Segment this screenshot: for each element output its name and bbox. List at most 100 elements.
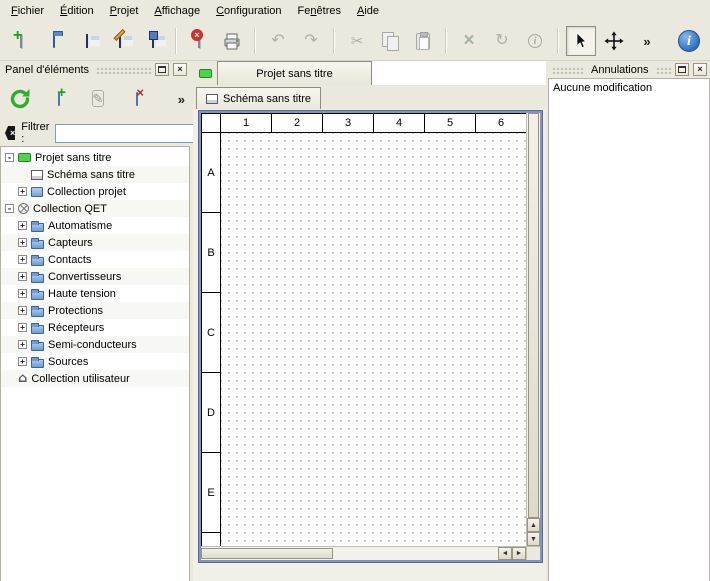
filter-row: × Filtrer : — [0, 120, 190, 146]
tree-item-collection-utilisateur[interactable]: ⌂Collection utilisateur — [1, 370, 189, 387]
menu-label: F — [11, 5, 18, 17]
scroll-left-button[interactable]: ◄ — [498, 547, 512, 560]
tree-item-projet-sans-titre[interactable]: -Projet sans titre — [1, 149, 189, 166]
close-icon: × — [697, 65, 702, 74]
new-project-button[interactable]: + — [6, 26, 36, 56]
tree-item-semi-conducteurs[interactable]: +Semi-conducteurs — [1, 336, 189, 353]
row-label: C — [202, 293, 220, 373]
tree-item-recepteurs[interactable]: +Récepteurs — [1, 319, 189, 336]
expander-icon[interactable]: + — [18, 238, 27, 247]
tree-item-automatisme[interactable]: +Automatisme — [1, 217, 189, 234]
save-as-button[interactable] — [105, 26, 135, 56]
red-x-badge-icon: × — [191, 29, 203, 41]
float-panel-button[interactable] — [155, 63, 169, 76]
reload-collections-button[interactable] — [5, 84, 35, 114]
expander-icon[interactable]: + — [18, 255, 27, 264]
undo-button[interactable]: ↶ — [263, 26, 293, 56]
close-project-button[interactable]: × — [184, 26, 214, 56]
expander-icon[interactable]: + — [18, 289, 27, 298]
arrow-down-icon: ▼ — [530, 536, 537, 543]
undo-panel-titlebar[interactable]: Annulations × — [548, 61, 710, 78]
select-mode-button[interactable] — [566, 26, 596, 56]
tree-item-sources[interactable]: +Sources — [1, 353, 189, 370]
open-project-button[interactable] — [39, 26, 69, 56]
undo-icon: ↶ — [271, 33, 284, 49]
schematic-canvas[interactable] — [221, 133, 526, 546]
scroll-right-button[interactable]: ► — [512, 547, 526, 560]
expander-icon[interactable]: + — [18, 323, 27, 332]
tree-item-collection-projet[interactable]: + Collection projet — [1, 183, 189, 200]
vertical-scrollbar-thumb[interactable] — [528, 113, 539, 518]
menu-affichage[interactable]: Affichage — [146, 2, 208, 20]
folder-icon — [31, 291, 44, 300]
expander-icon[interactable]: + — [18, 272, 27, 281]
folder-icon — [31, 359, 44, 368]
dock-grip[interactable] — [655, 66, 672, 74]
cut-button[interactable]: ✂ — [342, 26, 372, 56]
menu-label: onfiguration — [224, 5, 282, 17]
menu-projet[interactable]: Projet — [102, 2, 147, 20]
tree-item-contacts[interactable]: +Contacts — [1, 251, 189, 268]
column-label: 1 — [221, 114, 272, 132]
tree-item-convertisseurs[interactable]: + Convertisseurs — [1, 268, 189, 285]
toolbar-overflow-button[interactable]: » — [632, 26, 662, 56]
elements-panel-titlebar[interactable]: Panel d'éléments × — [0, 61, 190, 78]
tree-item-label: Collection projet — [47, 186, 126, 198]
menu-fenetres[interactable]: Fenêtres — [290, 2, 349, 20]
filter-input[interactable] — [55, 124, 205, 143]
print-button[interactable] — [217, 26, 247, 56]
undo-panel-title: Annulations — [589, 64, 651, 76]
menu-aide[interactable]: Aide — [349, 2, 387, 20]
tree-item-capteurs[interactable]: +Capteurs — [1, 234, 189, 251]
save-button[interactable] — [72, 26, 102, 56]
tree-item-label: Collection utilisateur — [31, 373, 129, 385]
arrow-right-icon: ► — [516, 550, 523, 557]
element-infos-button[interactable]: i — [520, 26, 550, 56]
dock-grip[interactable] — [95, 66, 151, 74]
horizontal-scrollbar[interactable]: ◄ ► — [201, 546, 526, 560]
menu-fichier[interactable]: Fichier — [3, 2, 52, 20]
expander-icon[interactable]: - — [5, 204, 14, 213]
pan-mode-button[interactable] — [599, 26, 629, 56]
about-button[interactable]: i — [674, 26, 704, 56]
tab-schema-sans-titre[interactable]: Schéma sans titre — [196, 87, 321, 109]
close-panel-button[interactable]: × — [693, 63, 707, 76]
copy-button[interactable] — [375, 26, 405, 56]
column-ruler: 1 2 3 4 5 6 — [221, 113, 526, 133]
expander-icon[interactable]: + — [18, 187, 27, 196]
menu-configuration[interactable]: Configuration — [208, 2, 289, 20]
expander-icon[interactable]: - — [5, 153, 14, 162]
horizontal-scrollbar-thumb[interactable] — [201, 548, 333, 559]
tree-item-protections[interactable]: +Protections — [1, 302, 189, 319]
clear-filter-icon[interactable]: × — [5, 126, 15, 140]
delete-element-button[interactable]: × — [122, 84, 152, 114]
new-element-button[interactable]: + — [44, 84, 74, 114]
save-all-button[interactable] — [138, 26, 168, 56]
delete-button[interactable]: × — [454, 26, 484, 56]
panel-overflow-button[interactable]: » — [178, 93, 185, 106]
tree-item-schema-sans-titre[interactable]: Schéma sans titre — [1, 166, 189, 183]
paste-button[interactable] — [408, 26, 438, 56]
tree-item-label: Convertisseurs — [48, 271, 121, 283]
toolbar-separator — [445, 28, 447, 54]
expander-icon[interactable]: + — [18, 357, 27, 366]
dock-grip[interactable] — [551, 66, 585, 74]
undo-history-list[interactable]: Aucune modification — [548, 78, 710, 581]
tree-item-label: Collection QET — [33, 203, 107, 215]
tree-item-haute-tension[interactable]: +Haute tension — [1, 285, 189, 302]
redo-button[interactable]: ↷ — [296, 26, 326, 56]
expander-icon[interactable]: + — [18, 221, 27, 230]
rotate-button[interactable]: ↻ — [487, 26, 517, 56]
menu-edition[interactable]: Édition — [52, 2, 102, 20]
expander-icon[interactable]: + — [18, 340, 27, 349]
scroll-up-button[interactable]: ▲ — [527, 518, 540, 532]
tree-item-collection-qet[interactable]: - Collection QET — [1, 200, 189, 217]
scroll-down-button[interactable]: ▼ — [527, 532, 540, 546]
edit-element-button[interactable]: ✎ — [83, 84, 113, 114]
vertical-scrollbar[interactable]: ▲ ▼ — [526, 113, 540, 546]
expander-icon[interactable]: + — [18, 306, 27, 315]
float-panel-button[interactable] — [675, 63, 689, 76]
horizontal-scrollbar-track[interactable] — [333, 547, 498, 560]
close-panel-button[interactable]: × — [173, 63, 187, 76]
tab-projet-sans-titre[interactable]: Projet sans titre — [217, 61, 372, 85]
